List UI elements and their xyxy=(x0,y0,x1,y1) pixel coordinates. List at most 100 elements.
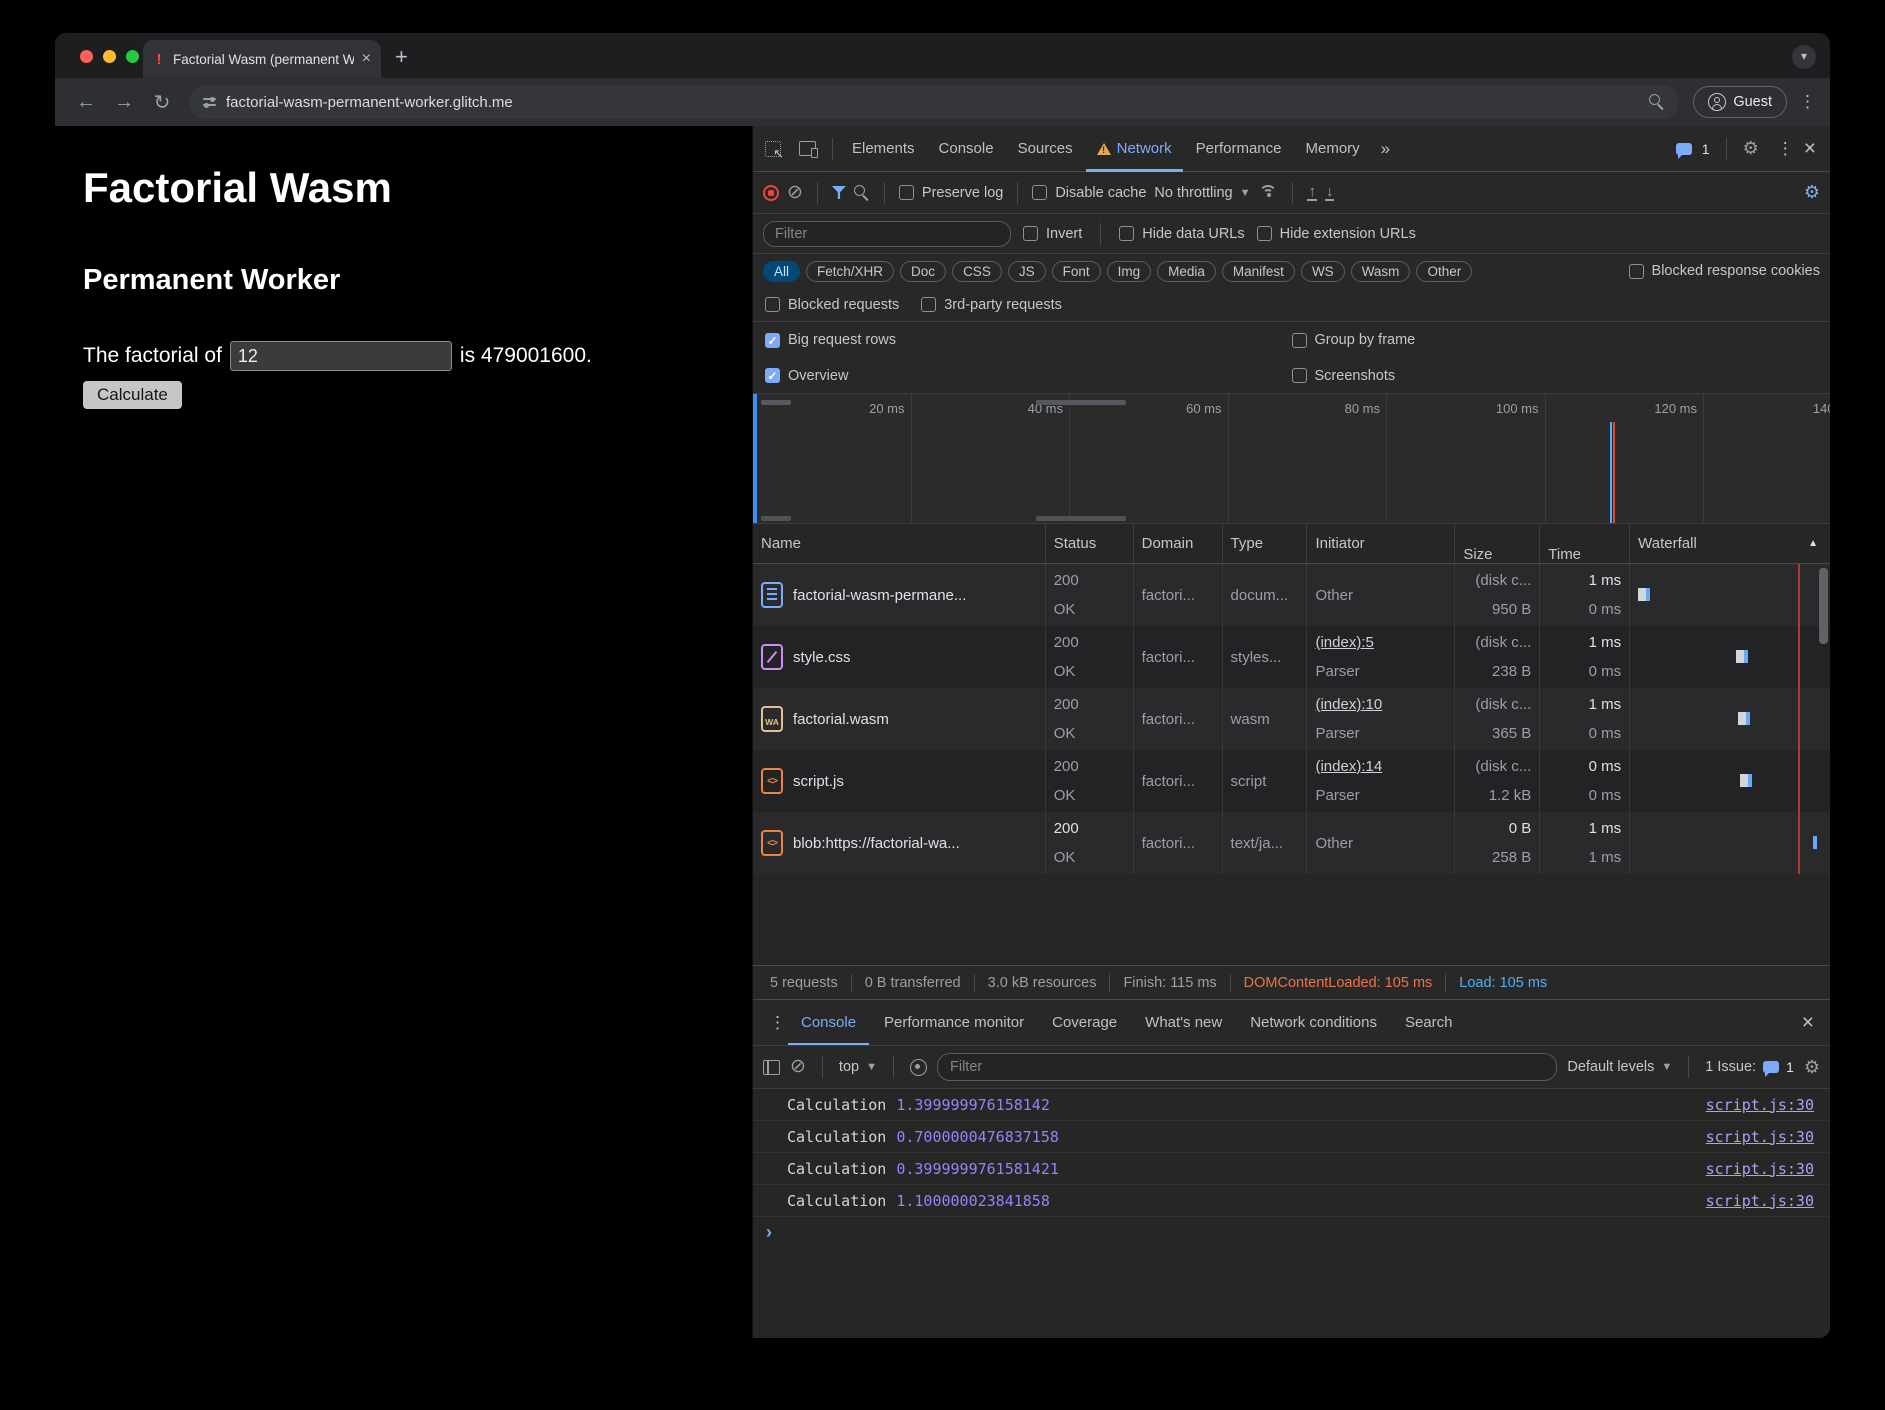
console-filter-input[interactable] xyxy=(937,1053,1557,1081)
minimize-window-button[interactable] xyxy=(103,50,116,63)
initiator-link[interactable]: (index):14 xyxy=(1315,758,1446,775)
source-link[interactable]: script.js:30 xyxy=(1706,1192,1814,1210)
chip-other[interactable]: Other xyxy=(1416,261,1472,282)
zoom-window-button[interactable] xyxy=(126,50,139,63)
drawer-tab-search[interactable]: Search xyxy=(1392,1000,1466,1046)
column-initiator[interactable]: Initiator xyxy=(1307,524,1455,563)
console-message[interactable]: Calculation 1.399999976158142 script.js:… xyxy=(753,1089,1830,1121)
export-har-icon[interactable]: ↓ xyxy=(1325,185,1335,201)
drawer-tab-coverage[interactable]: Coverage xyxy=(1039,1000,1130,1046)
console-sidebar-icon[interactable] xyxy=(763,1060,780,1075)
chip-all[interactable]: All xyxy=(763,261,800,282)
screenshots-checkbox[interactable]: Screenshots xyxy=(1292,368,1396,384)
preserve-log-checkbox[interactable]: Preserve log xyxy=(899,185,1003,201)
drawer-tab-network-conditions[interactable]: Network conditions xyxy=(1237,1000,1390,1046)
column-time[interactable]: Time xyxy=(1540,524,1630,563)
new-tab-button[interactable]: + xyxy=(395,44,408,70)
browser-tab[interactable]: ! Factorial Wasm (permanent W × xyxy=(143,40,381,78)
console-message[interactable]: Calculation 0.7000000476837158 script.js… xyxy=(753,1121,1830,1153)
chip-doc[interactable]: Doc xyxy=(900,261,946,282)
import-har-icon[interactable]: ↑ xyxy=(1307,185,1317,201)
network-filter-input[interactable] xyxy=(763,221,1011,247)
network-overview[interactable]: 20 ms 40 ms 60 ms 80 ms 100 ms 120 ms 14… xyxy=(753,394,1830,524)
browser-menu-button[interactable]: ⋮ xyxy=(1799,92,1816,112)
source-link[interactable]: script.js:30 xyxy=(1706,1096,1814,1114)
chip-manifest[interactable]: Manifest xyxy=(1222,261,1295,282)
big-request-rows-checkbox[interactable]: ✓Big request rows xyxy=(765,332,896,348)
network-conditions-icon[interactable] xyxy=(1258,185,1278,200)
log-levels-dropdown[interactable]: Default levels▼ xyxy=(1567,1059,1672,1075)
filter-funnel-icon[interactable] xyxy=(832,186,846,199)
drawer-menu-icon[interactable]: ⋮ xyxy=(769,1013,786,1033)
tab-close-icon[interactable]: × xyxy=(362,52,371,66)
chip-font[interactable]: Font xyxy=(1052,261,1101,282)
console-settings-icon[interactable]: ⚙ xyxy=(1804,1057,1820,1078)
more-tabs-icon[interactable]: » xyxy=(1373,139,1398,159)
table-row[interactable]: WAfactorial.wasm 200OK factori... wasm (… xyxy=(753,688,1830,750)
chip-css[interactable]: CSS xyxy=(952,261,1002,282)
drawer-close-icon[interactable]: × xyxy=(1802,1014,1814,1032)
third-party-requests-checkbox[interactable]: 3rd-party requests xyxy=(921,297,1062,313)
profile-chip[interactable]: Guest xyxy=(1693,86,1787,118)
group-by-frame-checkbox[interactable]: Group by frame xyxy=(1292,332,1416,348)
issues-bubble-icon[interactable] xyxy=(1676,143,1692,155)
table-row[interactable]: style.css 200OK factori... styles... (in… xyxy=(753,626,1830,688)
devtools-settings-icon[interactable]: ⚙ xyxy=(1743,138,1759,159)
source-link[interactable]: script.js:30 xyxy=(1706,1128,1814,1146)
device-toolbar-icon[interactable] xyxy=(799,141,816,156)
devtools-close-icon[interactable]: × xyxy=(1804,140,1816,158)
column-name[interactable]: Name xyxy=(753,524,1046,563)
overview-checkbox[interactable]: ✓Overview xyxy=(765,368,848,384)
record-icon[interactable] xyxy=(763,185,779,201)
chip-img[interactable]: Img xyxy=(1107,261,1152,282)
reload-button[interactable]: ↻ xyxy=(145,90,179,115)
table-row[interactable]: <>blob:https://factorial-wa... 200OK fac… xyxy=(753,812,1830,874)
tab-network[interactable]: ! Network xyxy=(1086,126,1183,172)
column-status[interactable]: Status xyxy=(1046,524,1134,563)
tab-search-chevron-icon[interactable]: ▾ xyxy=(1792,45,1816,69)
hide-data-urls-checkbox[interactable]: Hide data URLs xyxy=(1119,226,1244,242)
close-window-button[interactable] xyxy=(80,50,93,63)
hide-extension-urls-checkbox[interactable]: Hide extension URLs xyxy=(1257,226,1416,242)
tab-elements[interactable]: Elements xyxy=(841,126,926,172)
invert-checkbox[interactable]: Invert xyxy=(1023,226,1082,242)
calculate-button[interactable]: Calculate xyxy=(83,381,182,409)
initiator-link[interactable]: (index):10 xyxy=(1315,696,1446,713)
source-link[interactable]: script.js:30 xyxy=(1706,1160,1814,1178)
issues-counter[interactable]: 1 Issue:1 xyxy=(1705,1059,1794,1075)
console-message[interactable]: Calculation 0.3999999761581421 script.js… xyxy=(753,1153,1830,1185)
url-text[interactable]: factorial-wasm-permanent-worker.glitch.m… xyxy=(226,94,513,111)
chip-js[interactable]: JS xyxy=(1008,261,1046,282)
inspect-element-icon[interactable]: ↖ xyxy=(765,141,781,157)
live-expression-icon[interactable] xyxy=(910,1059,927,1076)
column-waterfall[interactable]: Waterfall▲ xyxy=(1630,524,1830,563)
chip-fetch-xhr[interactable]: Fetch/XHR xyxy=(806,261,894,282)
throttling-dropdown[interactable]: No throttling▼ xyxy=(1154,185,1250,201)
clear-console-icon[interactable]: ⊘ xyxy=(790,1059,806,1075)
tab-performance[interactable]: Performance xyxy=(1185,126,1293,172)
column-size[interactable]: Size xyxy=(1455,524,1540,563)
table-scrollbar[interactable] xyxy=(1819,568,1828,644)
context-selector[interactable]: top▼ xyxy=(839,1059,877,1075)
back-button[interactable]: ← xyxy=(69,91,103,114)
drawer-tab-performance-monitor[interactable]: Performance monitor xyxy=(871,1000,1037,1046)
disable-cache-checkbox[interactable]: Disable cache xyxy=(1032,185,1146,201)
factorial-input[interactable] xyxy=(230,341,452,371)
drawer-tab-whats-new[interactable]: What's new xyxy=(1132,1000,1235,1046)
chip-media[interactable]: Media xyxy=(1157,261,1216,282)
column-domain[interactable]: Domain xyxy=(1134,524,1223,563)
site-settings-icon[interactable] xyxy=(203,98,216,106)
table-row[interactable]: <>script.js 200OK factori... script (ind… xyxy=(753,750,1830,812)
console-prompt[interactable]: › xyxy=(753,1217,1830,1247)
search-icon[interactable] xyxy=(854,185,870,201)
network-settings-icon[interactable]: ⚙ xyxy=(1804,182,1820,203)
devtools-menu-icon[interactable]: ⋮ xyxy=(1777,139,1794,159)
clear-icon[interactable]: ⊘ xyxy=(787,185,803,201)
chip-ws[interactable]: WS xyxy=(1301,261,1345,282)
drawer-tab-console[interactable]: Console xyxy=(788,1000,869,1046)
tab-sources[interactable]: Sources xyxy=(1007,126,1084,172)
tab-console[interactable]: Console xyxy=(928,126,1005,172)
tab-memory[interactable]: Memory xyxy=(1295,126,1371,172)
chip-wasm[interactable]: Wasm xyxy=(1351,261,1411,282)
initiator-link[interactable]: (index):5 xyxy=(1315,634,1446,651)
